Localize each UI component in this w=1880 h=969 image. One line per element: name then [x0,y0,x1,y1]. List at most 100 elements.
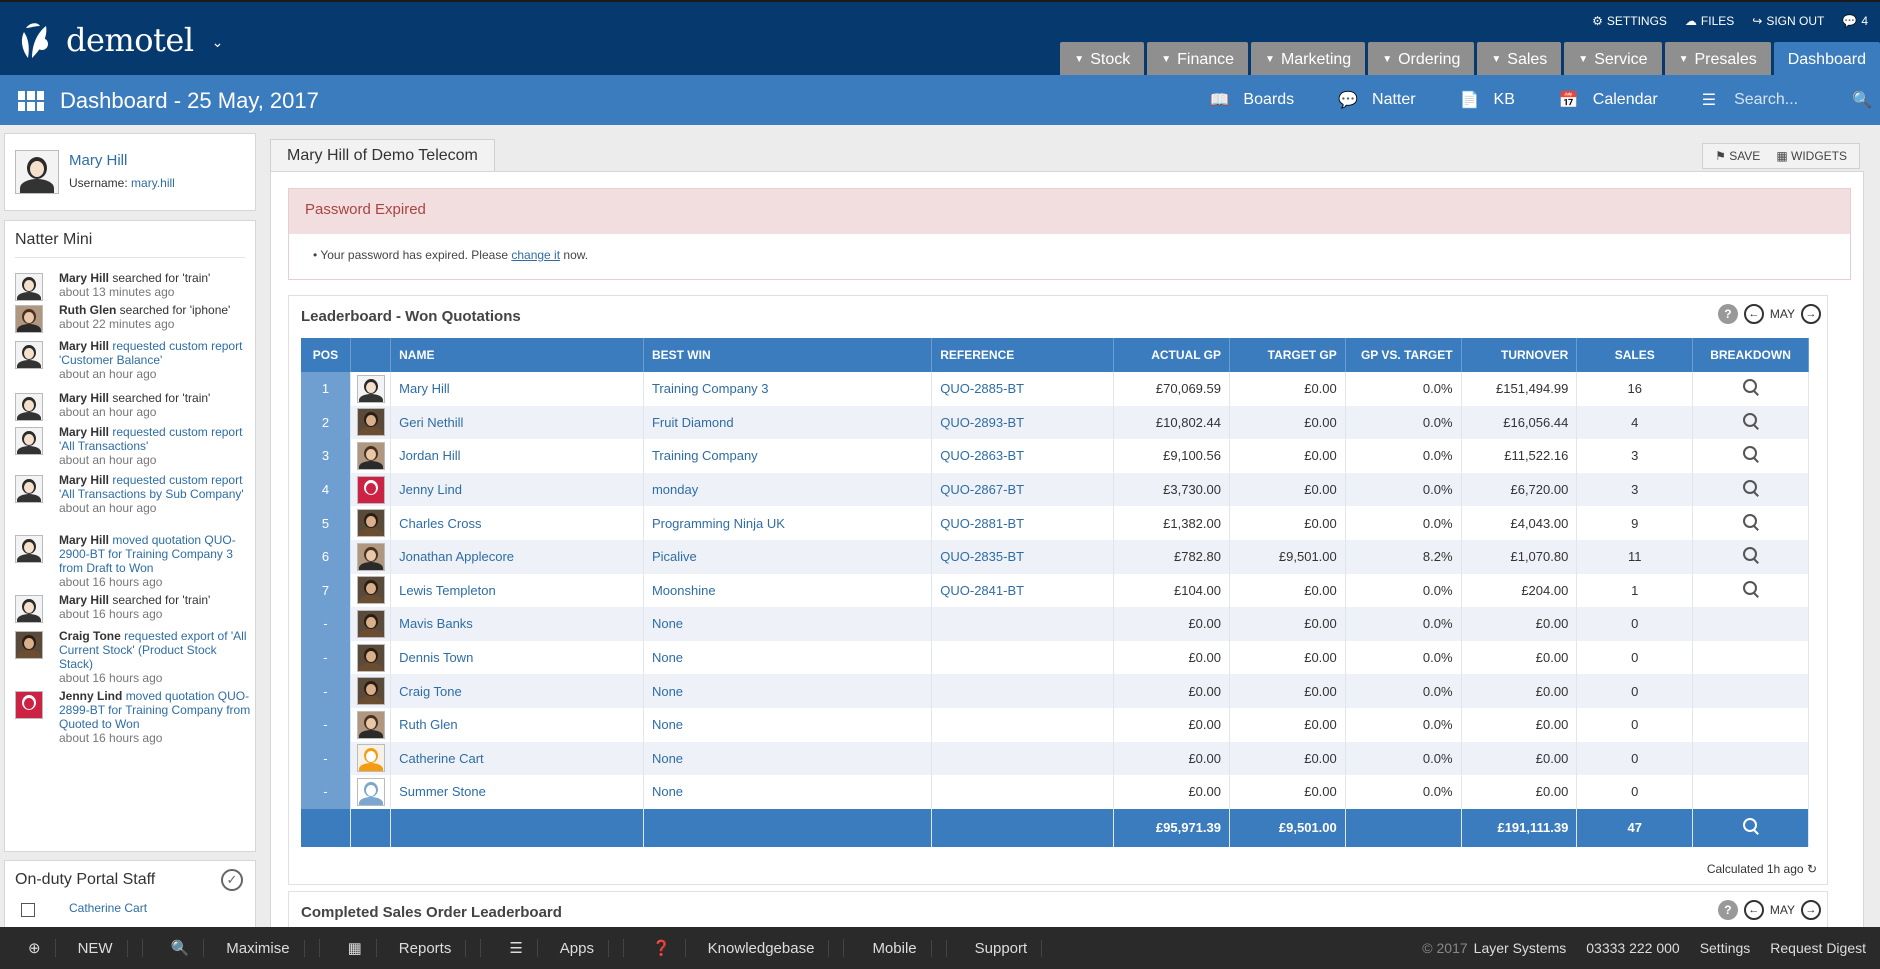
calendar-link[interactable]: 📅 Calendar [1559,90,1658,110]
best-win-cell-link[interactable]: None [652,650,683,665]
best-win-cell-link[interactable]: Programming Ninja UK [652,516,785,531]
refresh-icon[interactable]: ↻ [1807,862,1817,876]
best-win-cell-link[interactable]: Training Company 3 [652,381,769,396]
col-breakdown-header[interactable]: BREAKDOWN [1692,338,1809,372]
search-box[interactable]: ☰ Search... 🔍 [1702,90,1872,110]
search-input[interactable]: Search... [1734,91,1834,109]
search-icon[interactable] [1742,580,1760,598]
reference-cell[interactable]: QUO-2885-BT [931,372,1115,406]
reports-button[interactable]: ▦ Reports [320,939,482,957]
best-win-cell-link[interactable]: Training Company [652,448,758,463]
dashboard-tab[interactable]: Mary Hill of Demo Telecom [270,139,495,171]
tab-sales[interactable]: ▼ Sales [1477,42,1562,77]
widgets-button[interactable]: ▦ WIDGETS [1776,149,1847,163]
apps-button[interactable]: ☰ Apps [481,939,624,957]
name-cell-link[interactable]: Craig Tone [399,684,462,699]
best-win-cell-link[interactable]: None [652,684,683,699]
name-cell-link[interactable]: Jenny Lind [399,482,462,497]
col-actual-gp-header[interactable]: ACTUAL GP [1113,338,1230,372]
reference-cell-link[interactable]: QUO-2893-BT [940,415,1024,430]
name-cell[interactable]: Lewis Templeton [390,573,644,608]
search-icon[interactable]: 🔍 [1852,90,1872,110]
staff-checkbox[interactable] [21,903,35,917]
name-cell-link[interactable]: Jonathan Applecore [399,549,514,564]
best-win-cell-link[interactable]: None [652,784,683,799]
col-best-win-header[interactable]: BEST WIN [643,338,933,372]
natter-author[interactable]: Craig Tone [59,629,121,643]
natter-author[interactable]: Mary Hill [59,593,109,607]
files-link[interactable]: ☁ FILES [1685,14,1734,28]
check-circle-icon[interactable]: ✓ [221,869,243,891]
apps-grid-icon[interactable] [18,91,44,111]
prev-month-icon[interactable]: ← [1743,304,1764,324]
staff-name[interactable]: Catherine Cart [69,901,147,915]
best-win-cell[interactable]: Training Company [643,439,933,473]
search-icon[interactable] [1742,546,1760,564]
reference-cell[interactable]: QUO-2881-BT [931,506,1115,540]
next-month-icon[interactable]: → [1801,304,1821,324]
best-win-cell-link[interactable]: Picalive [652,549,697,564]
col-target-gp-header[interactable]: TARGET GP [1229,338,1346,372]
settings-link[interactable]: ⚙ SETTINGS [1592,14,1667,28]
col-sales-header[interactable]: SALES [1576,338,1694,372]
name-cell-link[interactable]: Catherine Cart [399,751,484,766]
name-cell[interactable]: Mavis Banks [390,607,644,641]
settings-footer-link[interactable]: Settings [1700,940,1751,956]
tab-stock[interactable]: ▼ Stock [1060,42,1145,77]
name-cell[interactable]: Jonathan Applecore [390,539,644,574]
name-cell[interactable]: Geri Nethill [390,405,644,440]
col-pos-header[interactable]: POS [301,338,351,372]
best-win-cell[interactable]: None [643,775,933,809]
search-icon[interactable] [1742,378,1760,396]
best-win-cell[interactable]: None [643,741,933,776]
kb-button[interactable]: ❓ Knowledgebase [624,939,845,957]
name-cell-link[interactable]: Jordan Hill [399,448,460,463]
best-win-cell[interactable]: Programming Ninja UK [643,506,933,540]
reference-cell-link[interactable]: QUO-2881-BT [940,516,1024,531]
natter-author[interactable]: Mary Hill [59,533,109,547]
reference-cell-link[interactable]: QUO-2863-BT [940,448,1024,463]
search-icon[interactable] [1742,479,1760,497]
name-cell[interactable]: Ruth Glen [390,707,644,742]
reference-cell[interactable]: QUO-2867-BT [931,472,1115,507]
best-win-cell-link[interactable]: monday [652,482,698,497]
tab-finance[interactable]: ▼ Finance [1147,42,1249,77]
name-cell[interactable]: Mary Hill [390,372,644,406]
name-cell-link[interactable]: Geri Nethill [399,415,463,430]
best-win-cell-link[interactable]: Fruit Diamond [652,415,734,430]
natter-author[interactable]: Mary Hill [59,473,109,487]
boards-link[interactable]: 📖 Boards [1209,90,1294,110]
tab-ordering[interactable]: ▼ Ordering [1368,42,1475,77]
request-digest-link[interactable]: Request Digest [1770,940,1866,956]
name-cell[interactable]: Charles Cross [390,506,644,540]
name-cell-link[interactable]: Ruth Glen [399,717,458,732]
reference-cell[interactable]: QUO-2863-BT [931,439,1115,473]
app-logo[interactable]: demotel ⌄ [18,20,223,60]
search-icon[interactable] [1742,412,1760,430]
name-cell-link[interactable]: Mary Hill [399,381,450,396]
name-cell[interactable]: Craig Tone [390,674,644,708]
help-icon[interactable]: ? [1717,304,1738,324]
kb-link[interactable]: 📄 KB [1460,90,1515,110]
name-cell-link[interactable]: Summer Stone [399,784,486,799]
tab-service[interactable]: ▼ Service [1564,42,1662,77]
username-link[interactable]: mary.hill [131,176,175,190]
save-button[interactable]: ⚑ SAVE [1715,149,1760,163]
natter-link[interactable]: 💬 Natter [1338,90,1416,110]
col-turnover-header[interactable]: TURNOVER [1461,338,1578,372]
prev-month-icon[interactable]: ← [1743,900,1764,920]
search-icon[interactable] [1742,513,1760,531]
best-win-cell[interactable]: Moonshine [643,573,933,608]
best-win-cell[interactable]: None [643,707,933,742]
name-cell[interactable]: Jordan Hill [390,439,644,473]
reference-cell-link[interactable]: QUO-2841-BT [940,583,1024,598]
best-win-cell-link[interactable]: Moonshine [652,583,716,598]
name-cell[interactable]: Summer Stone [390,775,644,809]
best-win-cell[interactable]: Picalive [643,539,933,574]
name-cell-link[interactable]: Lewis Templeton [399,583,496,598]
reference-cell[interactable]: QUO-2841-BT [931,573,1115,608]
natter-author[interactable]: Mary Hill [59,271,109,285]
name-cell[interactable]: Jenny Lind [390,472,644,507]
chat-link[interactable]: 💬 4 [1842,14,1868,28]
name-cell-link[interactable]: Charles Cross [399,516,481,531]
